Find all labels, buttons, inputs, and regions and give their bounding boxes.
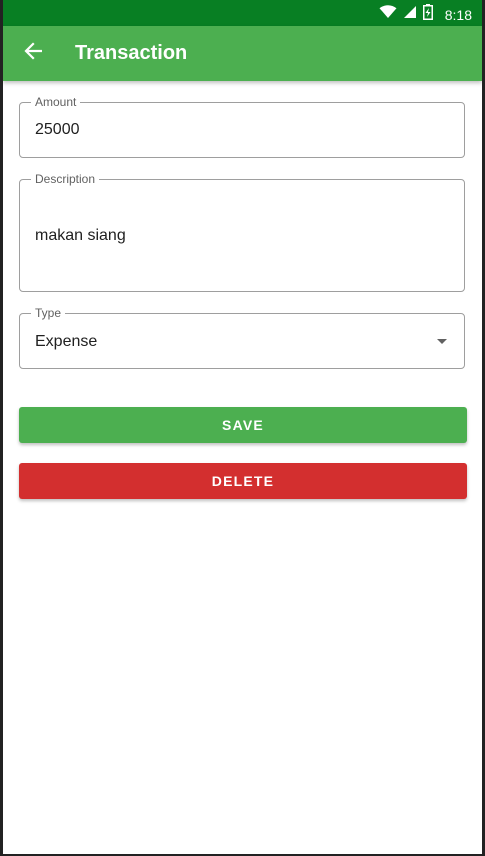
type-dropdown[interactable]: Type Expense [19,306,465,369]
back-button[interactable] [20,41,46,67]
app-bar: Transaction [3,26,482,81]
amount-value: 25000 [35,121,80,138]
description-label: Description [31,172,100,186]
status-time: 8:18 [444,6,472,23]
amount-label: Amount [31,95,81,109]
description-field[interactable]: Description makan siang [19,172,465,292]
signal-icon [403,5,417,24]
type-label: Type [31,306,66,320]
status-bar: 8:18 [3,0,482,26]
amount-field[interactable]: Amount 25000 [19,95,465,158]
wifi-icon [379,5,397,24]
page-title: Transaction [75,42,188,64]
status-icons: 8:18 [379,4,472,25]
app-screen: 8:18 Transaction Amount 25000 Descriptio… [0,0,485,856]
save-button[interactable]: SAVE [19,407,467,443]
arrow-back-icon [24,42,43,65]
delete-button[interactable]: DELETE [19,463,467,499]
battery-charging-icon [422,4,433,25]
type-value: Expense [35,333,98,350]
dropdown-arrow-icon[interactable] [437,339,447,344]
description-value: makan siang [35,227,126,244]
